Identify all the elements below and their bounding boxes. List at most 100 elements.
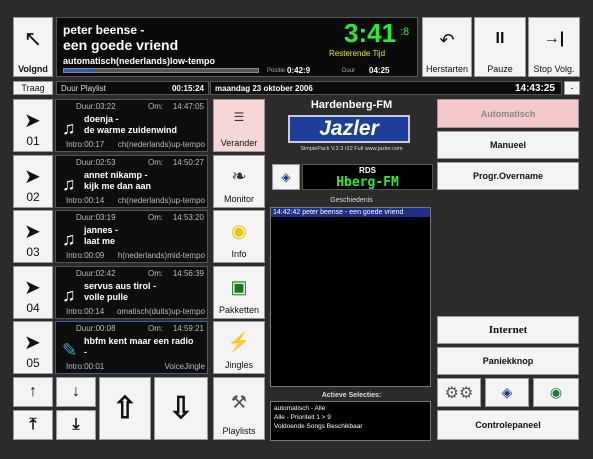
playlist-duration-label: Duur Playlist [61,84,106,93]
playlist-item[interactable]: Duur:02:53 Om: 14:50:27 ♫ annet nikamp - kijk… [55,155,208,208]
song-artist: doenja - [84,114,119,124]
music-note-icon: ♫ [62,174,76,194]
traag-button[interactable]: Traag [13,81,53,95]
tools-icon: ⚒ [230,392,248,412]
progr-overname-label: Progr.Overname [472,171,544,181]
song-intro: Intro:00:14 [66,196,105,205]
play-button-03[interactable]: ➤ 03 [13,210,53,263]
duur-label: Duur [342,68,356,74]
manueel-button[interactable]: Manueel [437,131,579,159]
playlist-item[interactable]: Duur:03:19 Om: 14:53:20 ♫ jannes - laat me Int… [55,210,208,263]
stop-volg-button[interactable]: →| Stop Volg. [528,17,580,77]
pauze-button[interactable]: II Pauze [474,17,526,77]
paniekknop-button[interactable]: Paniekknop [437,347,579,375]
actieve-item: Alle - Prioriteit 1 > 9 [274,414,331,421]
move-down-button[interactable]: ↓ [56,377,96,407]
song-om-label: Om: [148,213,164,222]
date-bar: maandag 23 oktober 2006 14:43:25 [210,81,562,95]
song-start-time: 14:56:39 [172,269,204,278]
automatisch-button[interactable]: Automatisch [437,99,579,128]
controlepaneel-label: Controlepaneel [475,420,541,430]
info-label: Info [231,249,247,259]
minus-button[interactable]: - [564,81,580,95]
playlist-item[interactable]: Duur:02:42 Om: 14:56:39 ♫ servus aus tirol -… [55,266,208,319]
playlist-item[interactable]: Duur:00:08 Om: 14:59:21 ✎ hbfm kent maar een… [55,321,208,374]
network-icon: ◈ [501,384,513,400]
settings-button[interactable]: ⚙⚙ [437,378,481,407]
playlists-button[interactable]: ⚒ Playlists [213,377,265,440]
playlist-duration-bar: Duur Playlist 00:15:24 [56,81,209,95]
song-om-label: Om: [148,102,164,111]
song-intro: Intro:00:09 [66,251,105,260]
song-category: ch(nederlands)up-tempo [117,196,205,205]
playlist-duration-value: 00:15:24 [171,84,204,93]
move-top-button[interactable]: ⤒ [13,410,53,440]
volgnd-label: Volgnd [18,64,48,74]
history-item[interactable]: 14:42:42 peter beense - een goede vriend [271,208,430,217]
manueel-label: Manueel [489,140,526,150]
actieve-item: Voldoende Songs Beschikbaar [274,423,363,430]
song-category: VoiceJingle [164,362,205,371]
play-button-02[interactable]: ➤ 02 [13,155,53,208]
move-bottom-button[interactable]: ⤓ [56,410,96,440]
song-duration: Duur:02:53 [76,158,116,167]
music-note-icon: ♫ [62,285,76,305]
song-intro: Intro:00:14 [66,307,105,316]
arrow-up-icon: ↑ [29,383,37,400]
herstarten-button[interactable]: ↶ Herstarten [422,17,472,77]
arrow-up-left-icon: ↖ [23,26,43,51]
now-playing-title: een goede vriend [63,37,179,53]
song-title: de warme zuidenwind [84,125,178,135]
traag-label: Traag [21,83,45,93]
controlepaneel-button[interactable]: Controlepaneel [437,410,579,440]
verander-label: Verander [220,138,258,148]
package-icon: ▣ [230,277,248,297]
lightbulb-icon: ◉ [231,221,247,241]
song-om-label: Om: [148,158,164,167]
play-arrow-icon: ➤ [24,221,41,243]
minus-label: - [570,83,574,93]
pakketten-button[interactable]: ▣ Pakketten [213,266,265,319]
internet-button[interactable]: Internet [437,316,579,344]
move-up-button[interactable]: ↑ [13,377,53,407]
song-om-label: Om: [148,324,164,333]
duur-value: 04:25 [369,66,390,75]
volgnd-button[interactable]: ↖ Volgnd [13,17,53,77]
verander-button[interactable]: ☰ Verander [213,99,265,152]
stop-volg-label: Stop Volg. [533,64,575,74]
progr-overname-button[interactable]: Progr.Overname [437,162,579,190]
monitor-label: Monitor [223,194,254,204]
song-category: ch(nederlands)up-tempo [117,140,205,149]
rds-value: Hberg-FM [336,175,399,190]
network-button[interactable]: ◈ [485,378,529,407]
song-duration: Duur:02:42 [76,269,116,278]
playlist-item[interactable]: Duur:03:22 Om: 14:47:05 ♫ doenja - de warme z… [55,99,208,152]
slot-number: 02 [26,190,40,204]
play-button-04[interactable]: ➤ 04 [13,266,53,319]
jingles-button[interactable]: ⚡ Jingles [213,321,265,374]
network-settings-button[interactable]: ◉ [533,378,579,407]
play-button-01[interactable]: ➤ 01 [13,99,53,152]
clock-text: 14:43:25 [514,83,555,94]
page-down-button[interactable]: ⇩ [154,377,208,440]
page-up-button[interactable]: ⇧ [99,377,151,440]
song-start-time: 14:59:21 [172,324,204,333]
rds-icon: ◈ [272,164,300,190]
song-intro: Intro:00:17 [66,140,105,149]
play-button-05[interactable]: ➤ 05 [13,321,53,374]
pauze-label: Pauze [487,64,513,74]
arrow-bottom-icon: ⤓ [72,416,80,433]
song-title: - [84,347,87,357]
gears-icon: ⚙⚙ [444,384,474,402]
song-start-time: 14:53:20 [172,213,204,222]
actieve-label: Actieve Selecties: [321,392,382,399]
rds-panel: RDS Hberg-FM [302,164,433,190]
monitor-button[interactable]: ❧ Monitor [213,155,265,208]
info-button[interactable]: ◉ Info [213,210,265,263]
actieve-item: automatisch - Alle [274,405,326,412]
pause-icon: II [495,30,505,47]
slot-number: 03 [26,245,40,259]
song-title: volle pulle [84,292,129,302]
history-list[interactable]: 14:42:42 peter beense - een goede vriend [270,207,431,387]
song-title: kijk me dan aan [84,181,152,191]
